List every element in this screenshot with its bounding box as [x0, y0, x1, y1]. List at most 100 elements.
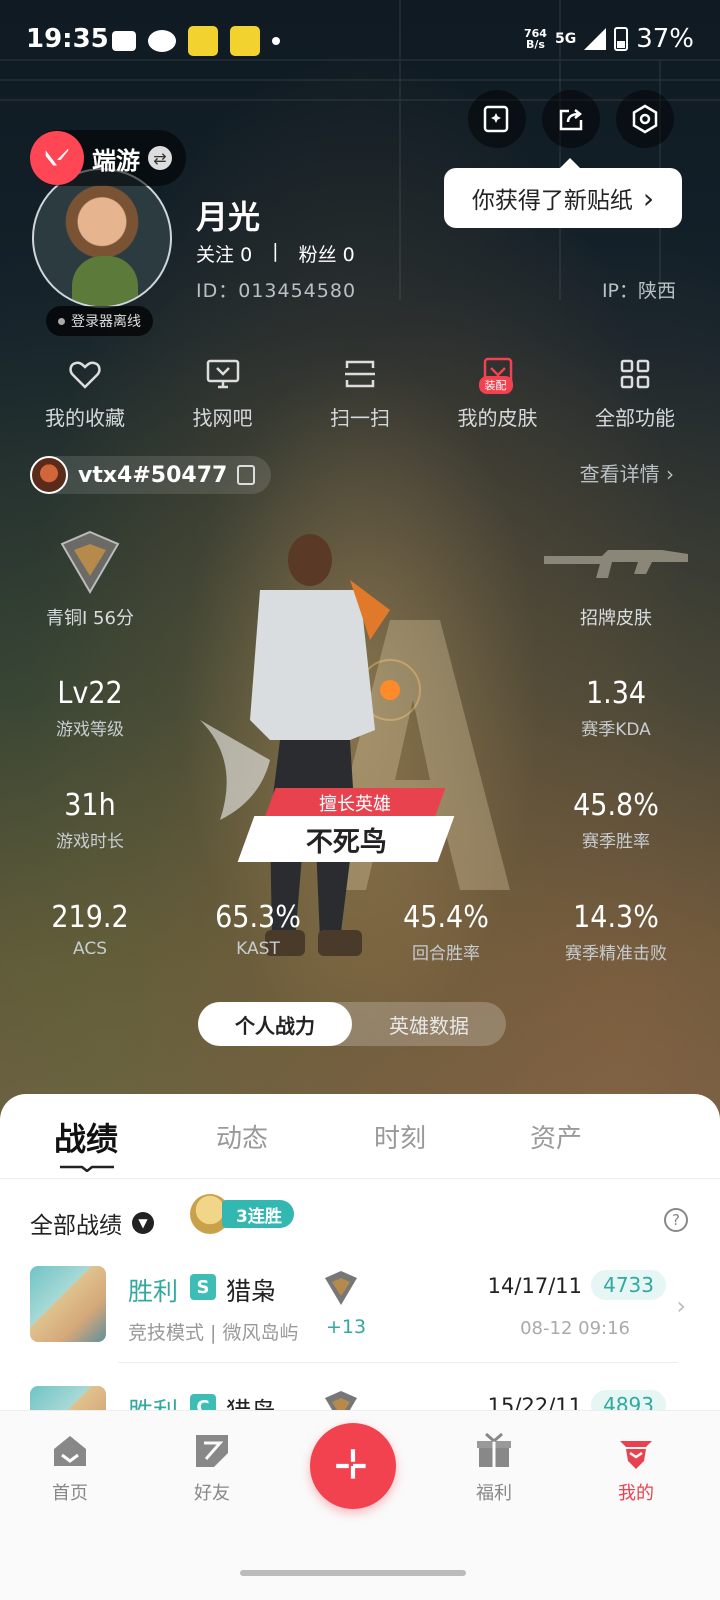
chevron-down-icon: ▼	[132, 1212, 154, 1234]
message-icon	[112, 31, 136, 51]
player-card-icon	[30, 456, 68, 494]
rank-delta: +13	[326, 1316, 367, 1338]
rank-label: 青铜I 56分	[46, 608, 134, 629]
profile-icon	[620, 1441, 652, 1469]
home-icon	[54, 1436, 86, 1466]
scan-button[interactable]: 扫一扫	[295, 356, 425, 431]
share-icon	[559, 109, 583, 131]
function-row: 我的收藏 找网吧 扫一扫 装配 我的皮肤 全部功能	[20, 356, 700, 431]
home-indicator[interactable]	[240, 1570, 466, 1576]
tab-moments[interactable]: 时刻	[374, 1118, 426, 1155]
match-row[interactable]: 胜利 S 猎枭 竞技模式 | 微风岛屿 +13 14/17/11 4733 08…	[0, 1266, 720, 1386]
skin-label: 招牌皮肤	[580, 608, 652, 629]
settings-icon	[632, 104, 658, 134]
wechat-icon	[148, 30, 176, 52]
sticker-icon	[483, 105, 509, 133]
valorant-logo-icon	[30, 131, 84, 185]
find-cafe-button[interactable]: 找网吧	[158, 356, 288, 431]
nav-home[interactable]: 首页	[10, 1431, 130, 1505]
avatar-body	[72, 256, 138, 306]
status-dot-icon	[58, 317, 65, 325]
scan-icon	[345, 360, 375, 388]
rank-bronze-icon	[325, 1271, 357, 1305]
ip-location: IP：陕西	[601, 280, 676, 302]
stat-level: Lv22 游戏等级	[56, 676, 124, 740]
match-mode: 竞技模式 | 微风岛屿	[128, 1322, 299, 1344]
game-name: 端游	[92, 146, 140, 175]
nav-welfare[interactable]: 福利	[434, 1431, 554, 1505]
stat-winrate: 45.8% 赛季胜率	[573, 788, 659, 852]
system-icons: 764 B/s 5G 37%	[524, 24, 694, 54]
battery-icon	[614, 27, 629, 51]
weapon-skin-icon	[544, 550, 688, 578]
agent-name: 猎枭	[226, 1277, 277, 1306]
monitor-icon	[206, 359, 239, 389]
create-post-button[interactable]	[310, 1423, 396, 1509]
rating-badge: S	[190, 1274, 216, 1300]
tab-records[interactable]: 战绩	[54, 1114, 118, 1160]
content-tabs: 战绩 动态 时刻 资产	[0, 1094, 720, 1178]
match-kda: 14/17/11	[487, 1274, 582, 1298]
gift-icon	[477, 1432, 511, 1467]
swap-icon: ⇄	[148, 146, 172, 170]
agent-avatar	[30, 1266, 106, 1342]
signal-label: 5G	[554, 31, 577, 47]
chevron-right-icon: ›	[642, 181, 655, 215]
tab-hero-data[interactable]: 英雄数据	[352, 1002, 506, 1046]
copy-icon[interactable]	[237, 465, 256, 485]
match-score: 4733	[591, 1270, 666, 1300]
rank-bronze-icon	[60, 530, 120, 594]
stat-round-win: 45.4% 回合胜率	[403, 900, 489, 964]
sticker-button[interactable]	[468, 90, 526, 148]
grid-icon	[620, 359, 650, 389]
net-speed: 764 B/s	[524, 27, 547, 51]
settings-button[interactable]	[616, 90, 674, 148]
records-filter[interactable]: 全部战绩 ▼	[30, 1206, 154, 1240]
all-functions-button[interactable]: 全部功能	[570, 356, 700, 431]
match-result: 胜利	[128, 1277, 179, 1306]
win-streak-badge: 3连胜	[190, 1194, 294, 1234]
tab-personal-power[interactable]: 个人战力	[198, 1002, 352, 1046]
riot-account[interactable]: vtx4#50477	[30, 456, 272, 494]
best-agent-tag[interactable]: 擅长英雄 不死鸟	[237, 788, 456, 862]
divider	[0, 1178, 720, 1179]
favorites-button[interactable]: 我的收藏	[20, 356, 150, 431]
streak-label: 3连胜	[222, 1200, 294, 1228]
best-agent-name: 不死鸟	[305, 826, 387, 858]
divider: |	[272, 240, 279, 262]
following-link[interactable]: 关注 0	[196, 240, 252, 267]
game-switch[interactable]: 端游 ⇄	[30, 130, 186, 186]
stat-acs: 219.2 ACS	[51, 900, 129, 959]
stat-hours: 31h 游戏时长	[56, 788, 124, 852]
stat-headshot: 14.3% 赛季精准击败	[565, 900, 667, 964]
stats-toggle: 个人战力 英雄数据	[198, 1002, 506, 1046]
equip-tag: 装配	[478, 376, 513, 394]
nav-friends[interactable]: 好友	[152, 1431, 272, 1505]
username: 月光	[196, 198, 261, 236]
view-details-link[interactable]: 查看详情 ›	[580, 458, 674, 487]
help-icon[interactable]: ?	[664, 1208, 688, 1232]
filter-label: 全部战绩	[30, 1213, 122, 1239]
battery-percent: 37%	[636, 24, 694, 54]
my-skins-button[interactable]: 装配 我的皮肤	[433, 356, 563, 431]
match-time: 08-12 09:16	[520, 1318, 630, 1339]
toast-text: 你获得了新贴纸	[471, 188, 633, 214]
tab-assets[interactable]: 资产	[530, 1118, 582, 1155]
stat-kda: 1.34 赛季KDA	[581, 676, 651, 740]
user-id: ID：013454580	[196, 280, 357, 302]
fans-link[interactable]: 粉丝 0	[299, 240, 355, 267]
app-notification-icon	[230, 26, 260, 56]
avatar[interactable]	[32, 168, 172, 308]
more-notifications-icon	[272, 37, 280, 45]
new-sticker-toast[interactable]: 你获得了新贴纸 ›	[444, 158, 682, 228]
share-button[interactable]	[542, 90, 600, 148]
tab-feed[interactable]: 动态	[216, 1118, 268, 1155]
best-agent-label: 擅长英雄	[319, 794, 391, 815]
follow-stats: 关注 0 | 粉丝 0	[196, 240, 355, 267]
chevron-right-icon: ›	[676, 1292, 686, 1320]
clock: 19:35	[26, 24, 109, 54]
friends-icon	[196, 1435, 228, 1467]
heart-icon	[69, 361, 101, 389]
status-bar: 19:35 764 B/s 5G 37%	[0, 0, 720, 80]
nav-profile[interactable]: 我的	[576, 1431, 696, 1505]
